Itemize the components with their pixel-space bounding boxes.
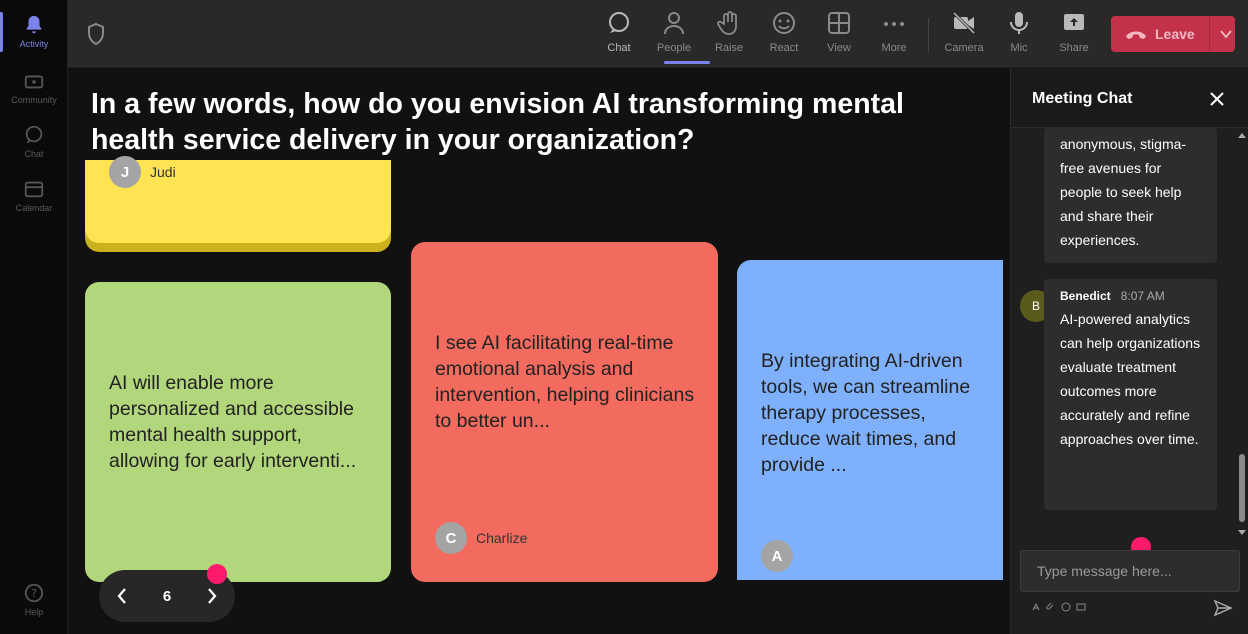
toolbar-mic-label: Mic — [1010, 42, 1028, 54]
author-name: Judi — [150, 164, 176, 180]
response-card-green[interactable]: AI will enable more personalized and acc… — [85, 282, 391, 582]
svg-text:?: ? — [31, 587, 37, 600]
close-icon[interactable] — [1208, 90, 1226, 108]
toolbar-raise-button[interactable]: Raise — [704, 10, 754, 62]
avatar: C — [435, 522, 467, 554]
toolbar-react-button[interactable]: React — [759, 10, 809, 62]
toolbar-mic-button[interactable]: Mic — [994, 10, 1044, 62]
camera-off-icon — [952, 11, 976, 35]
scroll-thumb[interactable] — [1239, 454, 1245, 522]
toolbar-share-label: Share — [1059, 42, 1089, 54]
avatar-initial: B — [1031, 299, 1040, 313]
toolbar-chat-label: Chat — [607, 42, 631, 54]
rail-label-chat: Chat — [24, 149, 44, 159]
toolbar-more-label: More — [881, 42, 907, 54]
response-card-blue[interactable]: By integrating AI-driven tools, we can s… — [737, 260, 1003, 580]
rail-label-calendar: Calendar — [15, 203, 53, 213]
toolbar-share-button[interactable]: Share — [1049, 10, 1099, 62]
mic-icon — [1010, 12, 1028, 34]
rail-item-activity[interactable]: Activity — [0, 6, 68, 58]
card-author: C Charlize — [435, 522, 527, 554]
app-rail: Activity Community Chat Calendar ? Help — [0, 0, 68, 634]
card-author: J Judi — [109, 156, 176, 188]
rail-label-community: Community — [11, 95, 57, 105]
message-sender: Benedict — [1060, 289, 1111, 303]
author-name: Charlize — [476, 530, 528, 546]
chat-title: Meeting Chat — [1032, 90, 1133, 107]
chat-message-input[interactable] — [1020, 550, 1240, 592]
toolbar-view-label: View — [827, 42, 851, 54]
response-card-yellow[interactable]: J Judi — [85, 156, 391, 243]
page-number: 6 — [162, 587, 172, 605]
scroll-down-icon[interactable] — [1237, 528, 1247, 538]
view-icon — [828, 12, 850, 34]
chevron-down-icon[interactable] — [1220, 29, 1232, 39]
chat-scrollbar[interactable] — [1237, 130, 1247, 540]
shield-icon[interactable] — [86, 22, 106, 46]
share-icon — [1064, 14, 1084, 30]
scroll-up-icon[interactable] — [1237, 130, 1247, 140]
card-text: By integrating AI-driven tools, we can s… — [761, 350, 971, 476]
rail-label-help: Help — [24, 607, 44, 617]
poll-question: In a few words, how do you envision AI t… — [91, 88, 904, 156]
meeting-toolbar: Chat People Raise React View More Camera… — [68, 0, 1248, 68]
card-author: A — [761, 540, 802, 572]
format-icon[interactable] — [1031, 602, 1041, 612]
toolbar-people-button[interactable]: People — [649, 10, 699, 62]
message-text: anonymous, stigma-free avenues for peopl… — [1060, 136, 1187, 248]
send-icon[interactable] — [1213, 598, 1233, 618]
leave-divider — [1208, 16, 1210, 52]
toolbar-camera-label: Camera — [944, 42, 984, 54]
avatar: A — [761, 540, 793, 572]
gif-icon[interactable] — [1076, 602, 1086, 612]
active-tab-indicator — [664, 61, 710, 64]
leave-button[interactable]: Leave — [1111, 16, 1235, 52]
card-text: AI will enable more personalized and acc… — [109, 372, 357, 472]
chat-header: Meeting Chat — [1011, 68, 1248, 128]
react-icon — [773, 12, 795, 34]
message-time: 8:07 AM — [1120, 289, 1165, 303]
chat-message: Benedict 8:07 AM AI-powered analytics can… — [1044, 279, 1217, 510]
rail-label-activity: Activity — [19, 39, 49, 49]
raise-hand-icon — [717, 11, 737, 35]
toolbar-react-label: React — [769, 42, 799, 54]
prev-slide-button[interactable] — [99, 570, 145, 622]
leave-label: Leave — [1155, 26, 1195, 42]
chat-icon — [609, 12, 629, 33]
avatar: J — [109, 156, 141, 188]
response-card-red[interactable]: I see AI facilitating real-time emotiona… — [411, 242, 718, 582]
toolbar-raise-label: Raise — [714, 42, 744, 54]
rail-item-chat[interactable]: Chat — [0, 116, 68, 168]
compose-tools — [1031, 602, 1086, 612]
emoji-icon[interactable] — [1061, 602, 1071, 612]
toolbar-camera-button[interactable]: Camera — [939, 10, 989, 62]
rail-item-calendar[interactable]: Calendar — [0, 170, 68, 222]
rail-item-help[interactable]: ? Help — [0, 574, 68, 626]
community-icon — [24, 75, 44, 89]
presentation-stage: In a few words, how do you envision AI t… — [68, 68, 1010, 634]
message-meta: Benedict 8:07 AM — [1060, 289, 1165, 303]
chat-message: anonymous, stigma-free avenues for peopl… — [1044, 128, 1217, 263]
rail-item-community[interactable]: Community — [0, 62, 68, 114]
people-icon — [664, 12, 684, 35]
toolbar-more-button[interactable]: More — [869, 10, 919, 62]
card-text: I see AI facilitating real-time emotiona… — [435, 332, 695, 432]
calendar-icon — [24, 181, 44, 198]
toolbar-chat-button[interactable]: Chat — [594, 10, 644, 62]
message-text: AI-powered analytics can help organizati… — [1060, 311, 1201, 447]
help-icon: ? — [24, 583, 44, 603]
bell-icon — [26, 15, 42, 34]
chat-icon — [25, 125, 43, 144]
cursor-highlight — [207, 564, 227, 584]
chevron-right-icon — [208, 588, 217, 604]
toolbar-separator — [928, 18, 929, 52]
hang-up-icon — [1126, 31, 1146, 39]
toolbar-people-label: People — [656, 42, 692, 54]
chevron-left-icon — [117, 588, 126, 604]
meeting-chat-panel: Meeting Chat anonymous, stigma-free aven… — [1010, 68, 1248, 634]
more-icon — [884, 22, 904, 26]
toolbar-view-button[interactable]: View — [814, 10, 864, 62]
attach-icon[interactable] — [1046, 602, 1056, 612]
